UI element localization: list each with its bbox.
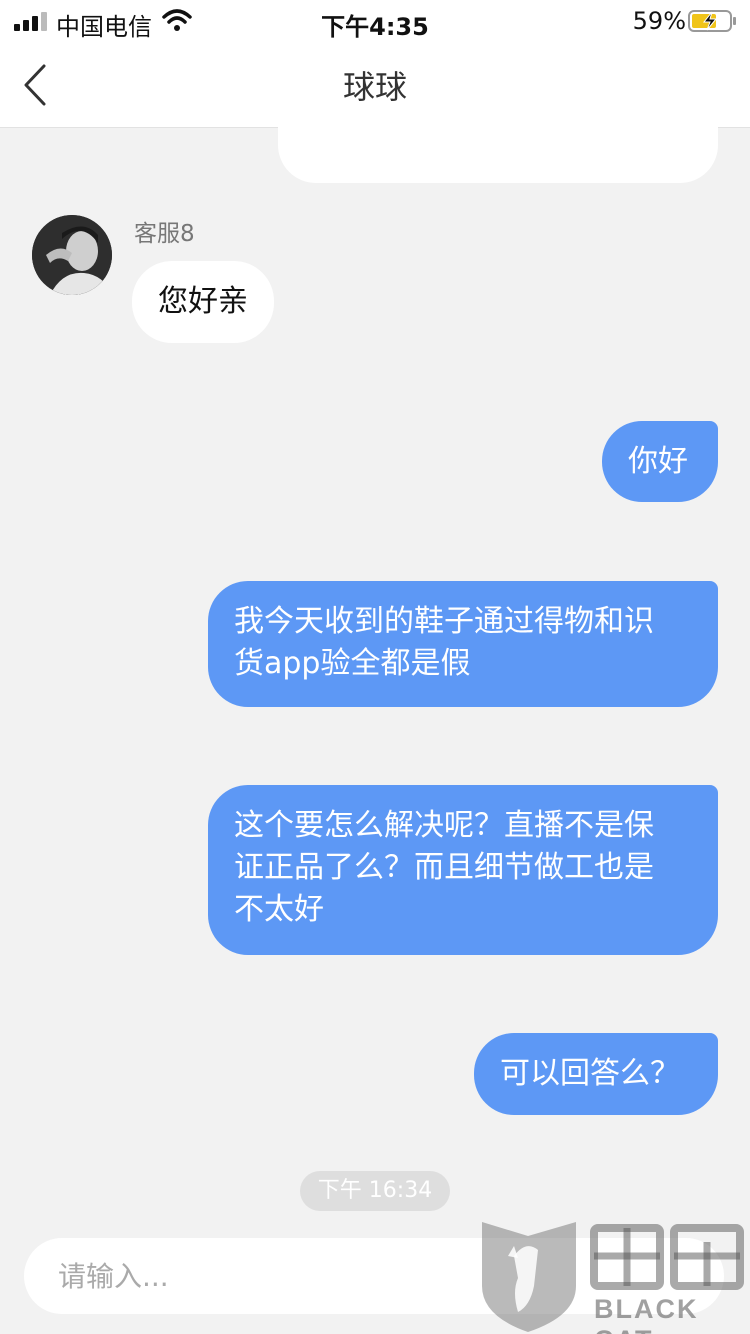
outgoing-message[interactable]: 你好 [602,421,718,502]
outgoing-message[interactable]: 我今天收到的鞋子通过得物和识 货app验全都是假 [208,581,718,707]
message-line: 不太好 [234,892,324,927]
watermark-text: BLACK CAT [594,1294,699,1334]
status-bar: 中国电信 下午4:35 59% [0,0,750,42]
sender-name: 客服8 [134,221,195,247]
message-line: 这个要怎么解决呢？直播不是保 [234,808,654,843]
message-text: 可以回答么？ [500,1056,680,1091]
outgoing-message[interactable]: 可以回答么？ [474,1033,718,1115]
chat-title: 球球 [342,68,407,106]
incoming-message[interactable]: 您好亲 [132,261,274,343]
black-cat-watermark: BLACK CAT [478,1216,750,1334]
message-text: 您好亲 [158,284,248,319]
timestamp-pill: 下午 16:34 [300,1171,450,1211]
message-line: 证正品了么？而且细节做工也是 [234,850,654,885]
message-line: 我今天收到的鞋子通过得物和识 [234,604,654,639]
outgoing-message[interactable]: 这个要怎么解决呢？直播不是保 证正品了么？而且细节做工也是 不太好 [208,785,718,955]
message-line: 货app验全都是假 [234,646,471,681]
message-text: 你好 [628,444,688,479]
battery-charging-icon [688,10,736,32]
agent-avatar[interactable] [32,215,112,295]
previous-message-bubble [278,110,718,183]
avatar-photo [32,215,112,295]
battery-percentage: 59% [632,7,686,35]
